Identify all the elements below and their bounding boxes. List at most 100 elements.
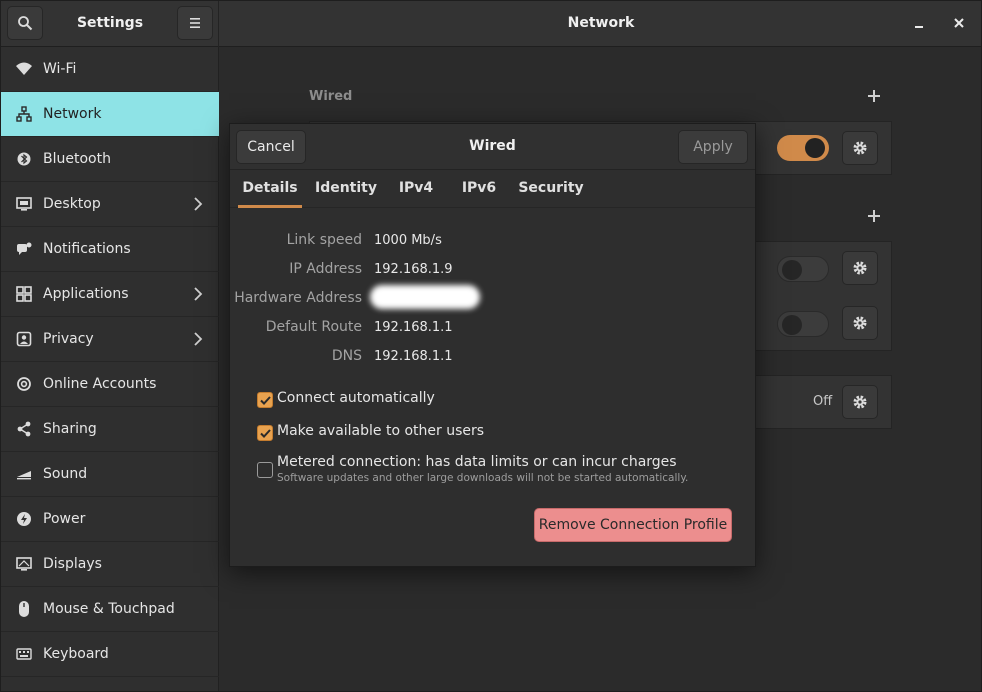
sidebar-item-notifications[interactable]: Notifications (1, 227, 219, 272)
default-route-label: Default Route (265, 319, 362, 335)
minimize-icon (915, 26, 923, 28)
sidebar-item-applications[interactable]: Applications (1, 272, 219, 317)
dialog-header: Cancel Wired Apply (230, 124, 755, 170)
gear-icon (853, 316, 867, 330)
header-bar: Settings Network (1, 1, 981, 47)
sidebar-item-wifi[interactable]: Wi-Fi (1, 47, 219, 92)
sidebar-item-label: Bluetooth (43, 151, 111, 167)
menu-button[interactable] (177, 6, 213, 40)
link-speed-value: 1000 Mb/s (374, 233, 442, 248)
sidebar: Wi-Fi Network Bluetooth Desktop Notifica… (1, 47, 219, 691)
close-icon (954, 18, 964, 28)
sidebar-item-bluetooth[interactable]: Bluetooth (1, 137, 219, 182)
sidebar-item-network[interactable]: Network (1, 92, 219, 137)
applications-icon (15, 285, 33, 303)
dialog-title: Wired (469, 138, 516, 154)
minimize-button[interactable] (907, 11, 931, 35)
search-button[interactable] (7, 6, 43, 40)
default-route-value: 192.168.1.1 (374, 320, 453, 335)
vpn-toggle-2[interactable] (777, 311, 829, 337)
ip-address-value: 192.168.1.9 (374, 262, 453, 277)
connect-automatically-label: Connect automatically (277, 390, 435, 406)
sidebar-item-power[interactable]: Power (1, 497, 219, 542)
chevron-right-icon (193, 196, 205, 212)
sidebar-item-label: Applications (43, 286, 129, 302)
sidebar-item-sharing[interactable]: Sharing (1, 407, 219, 452)
sidebar-item-online-accounts[interactable]: Online Accounts (1, 362, 219, 407)
close-button[interactable] (947, 11, 971, 35)
dialog-tabs: Details Identity IPv4 IPv6 Security (230, 170, 755, 208)
sidebar-item-label: Privacy (43, 331, 94, 347)
checkmark-icon (259, 428, 271, 438)
toggle-knob (805, 138, 825, 158)
sidebar-item-desktop[interactable]: Desktop (1, 182, 219, 227)
chevron-right-icon (193, 331, 205, 347)
metered-connection-label: Metered connection: has data limits or c… (277, 454, 677, 470)
sound-icon (15, 465, 33, 483)
notifications-icon (15, 240, 33, 258)
sidebar-item-label: Keyboard (43, 646, 109, 662)
sidebar-item-privacy[interactable]: Privacy (1, 317, 219, 362)
available-to-others-checkbox[interactable] (257, 425, 273, 441)
checkmark-icon (259, 395, 271, 405)
tab-ipv6[interactable]: IPv6 (452, 170, 506, 208)
dns-label: DNS (331, 348, 362, 364)
vpn-toggle-1[interactable] (777, 256, 829, 282)
metered-connection-checkbox[interactable] (257, 462, 273, 478)
proxy-settings-button[interactable] (842, 385, 878, 419)
sidebar-item-keyboard[interactable]: Keyboard (1, 632, 219, 677)
sidebar-item-label: Power (43, 511, 86, 527)
search-icon (18, 16, 33, 31)
link-speed-label: Link speed (286, 232, 362, 248)
sidebar-item-label: Mouse & Touchpad (43, 601, 175, 617)
redacted-hardware-address (370, 285, 480, 309)
page-title: Network (567, 15, 635, 31)
power-icon (15, 510, 33, 528)
chevron-right-icon (193, 286, 205, 302)
desktop-icon (15, 195, 33, 213)
sidebar-item-label: Sound (43, 466, 88, 482)
vpn-settings-button-2[interactable] (842, 306, 878, 340)
displays-icon (15, 555, 33, 573)
online-accounts-icon (15, 375, 33, 393)
sidebar-item-label: Wi-Fi (43, 61, 77, 77)
add-wired-button[interactable] (864, 86, 884, 107)
settings-window: Settings Network Wi-Fi Network Bluetooth (0, 0, 982, 692)
sidebar-item-displays[interactable]: Displays (1, 542, 219, 587)
privacy-icon (15, 330, 33, 348)
sidebar-item-mouse-touchpad[interactable]: Mouse & Touchpad (1, 587, 219, 632)
wifi-icon (15, 60, 33, 78)
tab-ipv4[interactable]: IPv4 (390, 170, 442, 208)
wired-section-label: Wired (309, 89, 353, 104)
cancel-button[interactable]: Cancel (236, 130, 306, 164)
sidebar-item-label: Sharing (43, 421, 97, 437)
dns-value: 192.168.1.1 (374, 349, 453, 364)
header-sidebar-section: Settings (1, 1, 219, 47)
add-vpn-button[interactable] (864, 206, 884, 227)
tab-security[interactable]: Security (516, 170, 586, 208)
vpn-settings-button-1[interactable] (842, 251, 878, 285)
apply-button[interactable]: Apply (678, 130, 748, 164)
remove-connection-profile-button[interactable]: Remove Connection Profile (534, 508, 732, 542)
hardware-address-label: Hardware Address (234, 290, 362, 306)
proxy-status: Off (813, 394, 833, 409)
sidebar-item-label: Desktop (43, 196, 101, 212)
metered-connection-sublabel: Software updates and other large downloa… (277, 472, 689, 484)
plus-icon (868, 210, 880, 222)
available-to-others-label: Make available to other users (277, 423, 485, 439)
gear-icon (853, 395, 867, 409)
sidebar-item-sound[interactable]: Sound (1, 452, 219, 497)
wired-settings-button[interactable] (842, 131, 878, 165)
gear-icon (853, 261, 867, 275)
sidebar-item-label: Online Accounts (43, 376, 157, 392)
connect-automatically-checkbox[interactable] (257, 392, 273, 408)
gear-icon (853, 141, 867, 155)
wired-toggle[interactable] (777, 135, 829, 161)
plus-icon (868, 90, 880, 102)
ip-address-label: IP Address (289, 261, 362, 277)
settings-title: Settings (76, 15, 144, 31)
keyboard-icon (15, 645, 33, 663)
sharing-icon (15, 420, 33, 438)
tab-details[interactable]: Details (238, 170, 302, 208)
tab-identity[interactable]: Identity (312, 170, 380, 208)
